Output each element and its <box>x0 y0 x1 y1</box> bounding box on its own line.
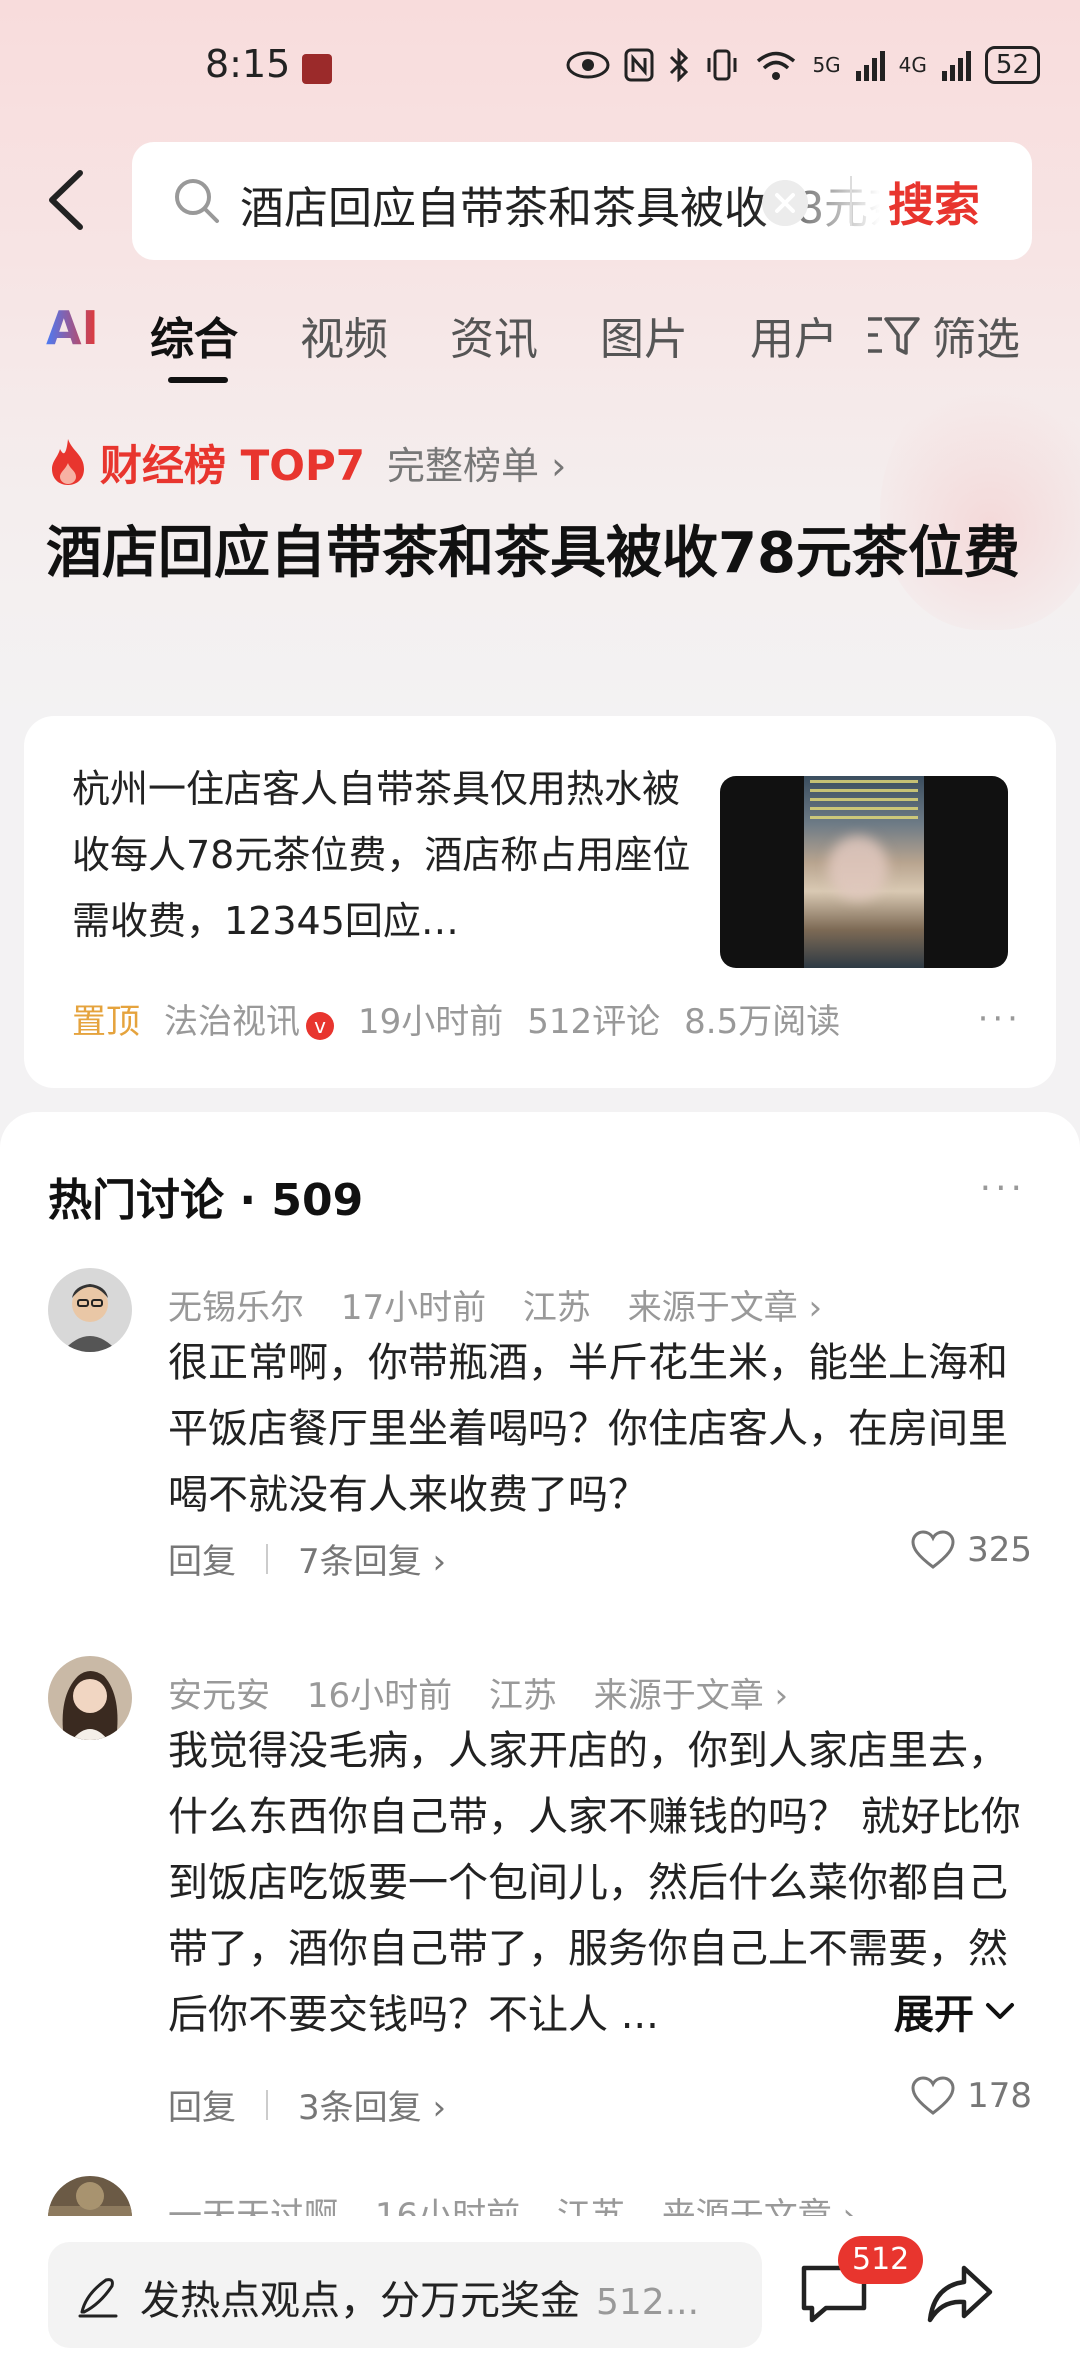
placeholder-text: 发热点观点，分万元奖金 <box>140 2278 580 2324</box>
comment-location: 江苏 <box>488 1676 557 1716</box>
ranking-label: 财经榜 TOP7 <box>100 440 365 490</box>
clear-icon[interactable] <box>762 180 808 226</box>
filter-label: 筛选 <box>932 314 1020 365</box>
comment-text[interactable]: 很正常啊，你带瓶酒，半斤花生米，能坐上海和平饭店餐厅里坐着喝吗？你住店客人，在房… <box>168 1330 1028 1528</box>
category-tabs: AI 综合 视频 资讯 图片 用户 筛选 <box>0 295 1080 395</box>
search-bar[interactable]: 酒店回应自带茶和茶具被收78元茶位费 搜索 <box>132 142 1032 260</box>
comment-item: 无锡乐尔 17小时前 江苏 来源于文章 › 很正常啊，你带瓶酒，半斤花生米，能坐… <box>0 1268 1080 1648</box>
like-button[interactable]: 325 <box>911 1530 1032 1570</box>
like-button[interactable]: 178 <box>911 2076 1032 2116</box>
back-arrow-icon[interactable] <box>40 165 100 235</box>
signal-icon-2 <box>941 51 971 81</box>
discussion-more-icon[interactable]: ··· <box>980 1168 1026 1209</box>
reply-button[interactable]: 回复 <box>168 1534 236 1583</box>
pinned-badge: 置顶 <box>72 1002 140 1042</box>
comment-user[interactable]: 安元安 <box>168 1676 270 1716</box>
bluetooth-icon <box>670 48 689 82</box>
action-divider <box>266 1543 268 1574</box>
article-summary[interactable]: 杭州一住店客人自带茶具仅用热水被收每人78元茶位费，酒店称占用座位需收费，123… <box>72 756 692 954</box>
fire-icon <box>52 439 84 485</box>
active-tab-indicator <box>168 377 228 383</box>
status-bar: 8:15 5G 4G 52 <box>0 0 1080 140</box>
share-icon[interactable] <box>924 2258 996 2330</box>
article-meta: 置顶 法治视讯 v 19小时前 512评论 8.5万阅读 ··· <box>72 994 1022 1043</box>
tab-images[interactable]: 图片 <box>600 303 688 367</box>
action-divider <box>266 2089 268 2120</box>
pen-icon <box>78 2278 118 2318</box>
comment-item: 安元安 16小时前 江苏 来源于文章 › 我觉得没毛病，人家开店的，你到人家店里… <box>0 1656 1080 2156</box>
expand-label: 展开 <box>894 1992 974 2038</box>
search-button[interactable]: 搜索 <box>888 169 980 235</box>
app-notification-icon <box>302 54 332 84</box>
placeholder-count: 512... <box>596 2282 700 2323</box>
network-4g-label: 4G <box>898 53 927 77</box>
article-thumbnail[interactable] <box>720 776 1008 968</box>
like-count: 325 <box>967 1530 1032 1570</box>
avatar-image <box>48 1268 132 1352</box>
network-5g-label: 5G <box>812 53 841 77</box>
comment-meta: 安元安 16小时前 江苏 来源于文章 › <box>168 1668 814 1717</box>
article-card[interactable]: 杭州一住店客人自带茶具仅用热水被收每人78元茶位费，酒店称占用座位需收费，123… <box>24 716 1056 1088</box>
signal-icon <box>855 51 885 81</box>
search-icon <box>175 179 219 223</box>
comment-source-link[interactable]: 来源于文章 › <box>594 1676 788 1716</box>
article-reads: 8.5万阅读 <box>684 1002 841 1042</box>
full-ranking-link[interactable]: 完整榜单 › <box>387 435 566 490</box>
avatar-image <box>48 1656 132 1740</box>
filter-button[interactable]: 筛选 <box>866 303 1020 367</box>
comment-time: 17小时前 <box>340 1288 487 1328</box>
thumbnail-blur <box>828 836 888 900</box>
page-title: 酒店回应自带茶和茶具被收78元茶位费 <box>46 521 1020 586</box>
article-time: 19小时前 <box>358 1002 504 1042</box>
article-comments: 512评论 <box>527 1002 661 1042</box>
replies-link[interactable]: 7条回复 › <box>298 1534 446 1583</box>
comment-time: 16小时前 <box>306 1676 453 1716</box>
avatar[interactable] <box>48 1268 132 1352</box>
status-icons: 5G 4G 52 <box>566 46 1040 84</box>
comment-user[interactable]: 无锡乐尔 <box>168 1288 304 1328</box>
battery-indicator: 52 <box>984 46 1040 84</box>
comment-count-badge: 512 <box>838 2236 924 2284</box>
comment-source-link[interactable]: 来源于文章 › <box>628 1288 822 1328</box>
hot-discussion-section: 热门讨论 · 509 ··· 无锡乐尔 17小时前 江苏 来源于文章 › 很正常… <box>0 1112 1080 2376</box>
tab-news[interactable]: 资讯 <box>450 303 538 367</box>
nfc-icon <box>624 48 654 82</box>
source-name: 法治视讯 <box>164 1002 300 1042</box>
comment-actions: 回复 3条回复 › <box>168 2080 446 2129</box>
eye-icon <box>566 51 610 79</box>
verified-icon: v <box>306 1012 334 1040</box>
filter-icon <box>868 317 920 355</box>
comment-location: 江苏 <box>522 1288 591 1328</box>
comment-actions: 回复 7条回复 › <box>168 1534 446 1583</box>
tab-ai[interactable]: AI <box>46 301 99 355</box>
discussion-title: 热门讨论 · 509 <box>48 1175 364 1226</box>
comment-input[interactable]: 发热点观点，分万元奖金 512... <box>48 2242 762 2348</box>
bottom-bar: 发热点观点，分万元奖金 512... 512 <box>0 2216 1080 2376</box>
search-divider <box>850 176 852 226</box>
comment-meta: 无锡乐尔 17小时前 江苏 来源于文章 › <box>168 1280 848 1329</box>
chevron-down-icon <box>986 2003 1014 2019</box>
tab-comprehensive[interactable]: 综合 <box>150 303 238 367</box>
heart-icon <box>911 2076 955 2115</box>
vibrate-icon <box>707 49 737 81</box>
article-source[interactable]: 法治视讯 v <box>164 994 334 1043</box>
wifi-icon <box>757 51 796 80</box>
heart-icon <box>911 1530 955 1569</box>
thumbnail-caption <box>810 780 918 824</box>
ranking-row[interactable]: 财经榜 TOP7 完整榜单 › <box>46 432 566 492</box>
comment-placeholder: 发热点观点，分万元奖金 512... <box>140 2268 699 2326</box>
more-options-icon[interactable]: ··· <box>978 999 1022 1039</box>
tab-video[interactable]: 视频 <box>300 303 388 367</box>
reply-button[interactable]: 回复 <box>168 2080 236 2129</box>
status-time: 8:15 <box>205 42 291 86</box>
like-count: 178 <box>967 2076 1032 2116</box>
tab-users[interactable]: 用户 <box>750 303 838 367</box>
avatar[interactable] <box>48 1656 132 1740</box>
replies-link[interactable]: 3条回复 › <box>298 2080 446 2129</box>
expand-button[interactable]: 展开 <box>888 1978 1016 2044</box>
